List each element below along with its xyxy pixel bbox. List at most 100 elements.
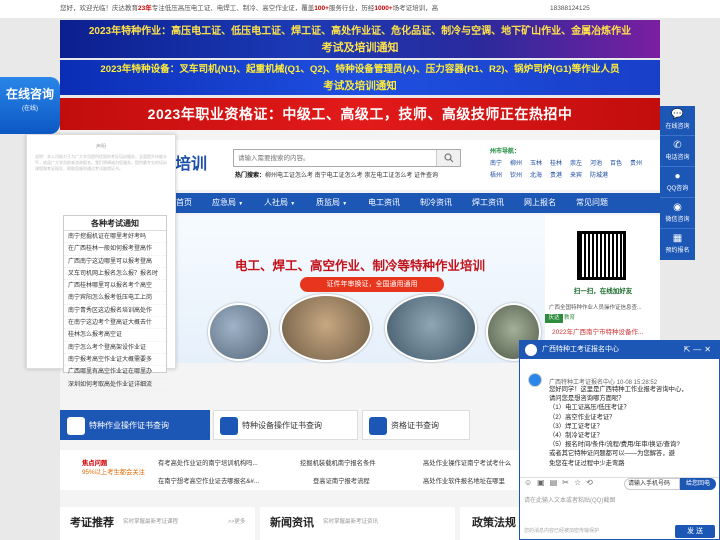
chat-message-input[interactable]: 请在此输入文本或者粘贴(QQ)截图 — [524, 495, 714, 523]
image-icon[interactable]: ▣ — [537, 478, 545, 487]
training-photo — [208, 303, 270, 361]
hot-search-links[interactable]: 柳州电工证怎么考 南宁电工证怎么考 崇左电工证怎么考 证件查询 — [265, 173, 438, 179]
nav-quality-bureau[interactable]: 质监局 ▼ — [316, 193, 347, 213]
notice-title: 各种考试通知 — [64, 216, 166, 231]
notice-item[interactable]: 桂林怎么报考高空证 — [64, 329, 166, 342]
message-line: 您好同学！这里是广西特种工作业报考咨询中心， — [549, 386, 688, 393]
city-navigation: 州市导航： 南宁 柳州 玉林 桂林 崇左 河池 百色 贵州 梧州 钦州 北海 贵港 来宾 防城港 — [490, 146, 660, 190]
welcome-mid2: 服务行业，历经 — [328, 5, 375, 12]
callback-button[interactable]: 给您回电 — [680, 478, 716, 490]
nav-emergency[interactable]: 应急局 ▼ — [212, 193, 243, 213]
special-equipment-cert-query[interactable]: 特种设备操作证书查询 — [213, 410, 358, 440]
message-line: （1）电工证高压/低压考证？ — [549, 404, 630, 412]
focus-link[interactable]: 高处作业软件报名地址在哪里 — [423, 476, 505, 485]
certificate-icon — [67, 417, 85, 435]
city-link[interactable]: 梧州 — [490, 170, 510, 179]
top-phone[interactable]: 18388124125 — [550, 0, 590, 18]
notice-item[interactable]: 深圳如何考取高处作业证详细流 — [64, 379, 166, 391]
nav-emergency-label: 应急局 — [212, 198, 236, 207]
send-button[interactable]: 发 送 — [675, 525, 715, 538]
rbar-qq-consult[interactable]: ● QQ咨询 — [660, 168, 695, 198]
city-link[interactable]: 崇左 — [570, 158, 590, 167]
qualification-cert-query[interactable]: 资格证书查询 — [362, 410, 470, 440]
emoji-icon[interactable]: ☺ — [524, 478, 532, 487]
city-link[interactable]: 贵港 — [550, 170, 570, 179]
city-link[interactable]: 百色 — [610, 158, 630, 167]
city-link[interactable]: 贵州 — [630, 158, 650, 167]
rbar-book-signup[interactable]: ▦ 预约报名 — [660, 230, 695, 260]
city-link[interactable]: 钦州 — [510, 170, 530, 179]
banner-1-line2: 考试及培训通知 — [321, 42, 399, 54]
notice-item[interactable]: 在广西桂林一般如何报考登高作 — [64, 243, 166, 256]
file-icon[interactable]: ▤ — [550, 478, 558, 487]
consult-status: (在线) — [22, 106, 38, 112]
notice-item[interactable]: 南宁青秀区这边报名培训高处作 — [64, 305, 166, 318]
qr-news-link[interactable]: 2022年广西南宁市特种设备作... — [552, 326, 643, 336]
nav-home[interactable]: 首页 — [176, 193, 192, 213]
nav-hr-bureau[interactable]: 人社局 ▼ — [264, 193, 295, 213]
city-link[interactable]: 河池 — [590, 158, 610, 167]
callback-phone-input[interactable]: 请输入手机号码 — [624, 478, 680, 490]
city-link[interactable]: 防城港 — [590, 170, 616, 179]
nav-welder-news[interactable]: 焊工资讯 — [472, 193, 504, 213]
notice-item[interactable]: 南宁挖掘机证在哪里考好考吗 — [64, 231, 166, 244]
search-icon — [443, 153, 453, 163]
city-link[interactable]: 北海 — [530, 170, 550, 179]
city-link[interactable]: 来宾 — [570, 170, 590, 179]
banner-special-operations[interactable]: 2023年特种作业：高压电工证、低压电工证、焊工证、高处作业证、危化品证、制冷与… — [60, 20, 660, 58]
banner-special-equipment[interactable]: 2023年特种设备：叉车司机(N1)、起重机械(Q1、Q2)、特种设备管理员(A… — [60, 60, 660, 95]
rbar-online-consult[interactable]: 💬 在线咨询 — [660, 106, 695, 136]
hot-search: 热门搜索：柳州电工证怎么考 南宁电工证怎么考 崇左电工证怎么考 证件查询 — [235, 170, 438, 179]
city-link[interactable]: 柳州 — [510, 158, 530, 167]
agent-avatar — [528, 373, 542, 387]
online-consult-float-button[interactable]: 在线咨询 (在线) — [0, 77, 60, 134]
banner-3-text: 2023年职业资格证：中级工、高级工，技师、高级技师正在热招中 — [147, 106, 573, 122]
notice-item[interactable]: 南宁报考高空作业证大概需要多 — [64, 354, 166, 367]
nav-online-signup[interactable]: 网上报名 — [524, 193, 556, 213]
caret-down-icon: ▼ — [342, 201, 348, 207]
search-input[interactable] — [234, 150, 434, 166]
focus-link[interactable]: 在南宁想考高空作业证去哪报名&#... — [158, 476, 259, 485]
special-operation-cert-query[interactable]: 特种作业操作证书查询 — [60, 410, 210, 440]
welcome-prefix: 您好，欢迎光临！庆达教育 — [60, 5, 138, 12]
notice-item[interactable]: 叉车司机网上报名怎么报？报名时 — [64, 268, 166, 281]
focus-link[interactable]: 挖掘机装载机南宁报名条件 — [300, 458, 376, 467]
message-line: 免您在考证过程中少走弯路 — [549, 459, 625, 467]
rbar-phone-consult[interactable]: ✆ 电话咨询 — [660, 137, 695, 167]
consult-title: 在线咨询 — [5, 87, 54, 101]
query-label: 特种设备操作证书查询 — [242, 421, 322, 430]
nav-electrician-news[interactable]: 电工资讯 — [368, 193, 400, 213]
focus-link[interactable]: 有考高处作业证的南宁培训机构吗... — [158, 458, 258, 467]
search-button[interactable] — [436, 150, 460, 166]
screenshot-icon[interactable]: ✂ — [562, 478, 569, 487]
chat-window-controls[interactable]: ⇱—✕ — [684, 341, 714, 359]
star-icon[interactable]: ☆ — [574, 478, 581, 487]
notice-item[interactable]: 南宁怎么考个登高架设作业证 — [64, 342, 166, 354]
section-subtitle: 实时掌握最新考证课程 — [123, 519, 179, 525]
notice-item[interactable]: 广西南宁这边哪里可以报考登高 — [64, 256, 166, 268]
city-link[interactable]: 桂林 — [550, 158, 570, 167]
more-link[interactable]: >>更多 — [228, 517, 245, 525]
students-highlight: 1000+ — [374, 5, 393, 12]
hot-search-label: 热门搜索： — [235, 173, 266, 179]
message-line: （4）制冷证考证？ — [549, 432, 603, 440]
notice-item[interactable]: 在南宁这边考个登高证大概去什 — [64, 317, 166, 330]
focus-link[interactable]: 登高证南宁报考流程 — [313, 476, 370, 485]
site-logo-text[interactable]: 培训 — [175, 150, 207, 174]
city-link[interactable]: 玉林 — [530, 158, 550, 167]
nav-faq[interactable]: 常见问题 — [576, 193, 608, 213]
qr-description[interactable]: 广西全国特种作业人员操作证信息查... — [549, 303, 659, 311]
history-icon[interactable]: ⟲ — [586, 478, 593, 487]
rbar-wechat-consult[interactable]: ◉ 微信咨询 — [660, 199, 695, 229]
caret-down-icon: ▼ — [290, 201, 296, 207]
banner-vocational-qualification[interactable]: 2023年职业资格证：中级工、高级工，技师、高级技师正在热招中 — [60, 98, 660, 130]
notice-item[interactable]: 广西哪里有高空作业证在哪里办 — [64, 366, 166, 379]
notice-item[interactable]: 广西桂林哪里可以报名考个高空 — [64, 280, 166, 293]
nav-refrigeration-news[interactable]: 制冷资讯 — [420, 193, 452, 213]
notice-item[interactable]: 南宁宾阳怎么报考低压电工上岗 — [64, 292, 166, 305]
banner-2-line1: 2023年特种设备：叉车司机(N1)、起重机械(Q1、Q2)、特种设备管理员(A… — [100, 64, 620, 75]
focus-link[interactable]: 高处作业操作证南宁考试考什么 — [423, 458, 511, 467]
caret-down-icon: ▼ — [238, 201, 244, 207]
banner-2-line2: 考试及培训通知 — [323, 80, 397, 92]
city-link[interactable]: 南宁 — [490, 158, 510, 167]
